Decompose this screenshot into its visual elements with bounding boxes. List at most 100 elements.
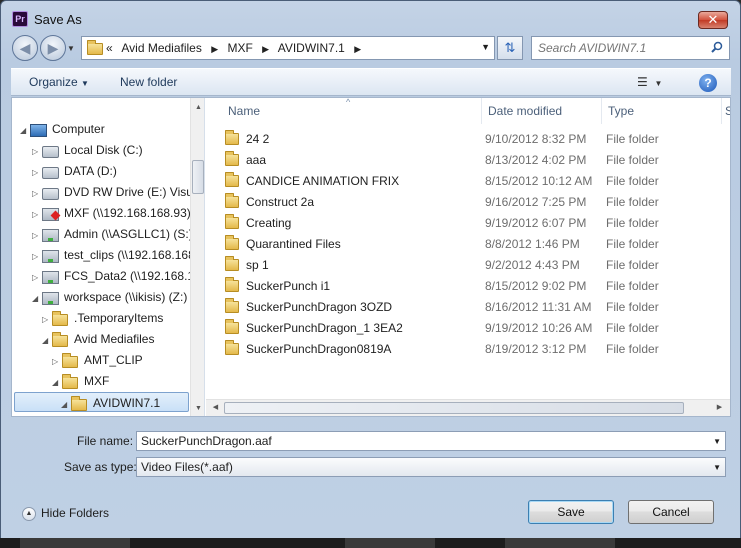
- expanded-triangle-icon[interactable]: ◢: [42, 331, 52, 351]
- list-item[interactable]: SuckerPunch i1 8/15/2012 9:02 PM File fold…: [218, 276, 728, 297]
- file-date: 8/15/2012 10:12 AM: [485, 174, 593, 188]
- expanded-triangle-icon[interactable]: ◢: [52, 373, 62, 393]
- folder-icon: [225, 319, 239, 334]
- folder-icon: [52, 310, 68, 326]
- folder-icon: [225, 193, 239, 208]
- file-date: 8/13/2012 4:02 PM: [485, 153, 587, 167]
- expanded-triangle-icon[interactable]: ◢: [61, 395, 71, 415]
- breadcrumb-overflow[interactable]: «: [106, 41, 113, 55]
- search-icon[interactable]: [711, 41, 723, 53]
- nav-item-dvd-drive[interactable]: ▷ DVD RW Drive (E:) Visual: [32, 182, 202, 202]
- hide-folders-button[interactable]: ▲ Hide Folders: [22, 506, 109, 521]
- list-item[interactable]: 24 2 9/10/2012 8:32 PM File folder: [218, 129, 728, 150]
- nav-item-test-clips[interactable]: ▷ test_clips (\\192.168.168.: [32, 245, 198, 265]
- list-item[interactable]: sp 1 9/2/2012 4:43 PM File folder: [218, 255, 728, 276]
- nav-item-workspace[interactable]: ◢ workspace (\\ikisis) (Z:): [32, 287, 187, 307]
- column-header-size[interactable]: S: [722, 98, 730, 124]
- list-item[interactable]: Creating 9/19/2012 6:07 PM File folder: [218, 213, 728, 234]
- breadcrumb-avid-mediafiles[interactable]: Avid Mediafiles: [121, 41, 201, 55]
- chevron-right-icon[interactable]: ▶: [262, 44, 269, 54]
- list-item[interactable]: CANDICE ANIMATION FRIX 8/15/2012 10:12 AM…: [218, 171, 728, 192]
- collapsed-triangle-icon[interactable]: ▷: [32, 226, 42, 246]
- nav-item-avidwin[interactable]: ◢ AVIDWIN7.1: [14, 392, 189, 412]
- save-type-select[interactable]: Video Files(*.aaf) ▼: [136, 457, 726, 477]
- chevron-down-icon[interactable]: ▼: [713, 459, 721, 477]
- breadcrumb: « Avid Mediafiles ▶ MXF ▶ AVIDWIN7.1 ▶: [106, 37, 367, 59]
- expanded-triangle-icon[interactable]: ◢: [32, 289, 42, 309]
- nav-item-amt-clip[interactable]: ▷ AMT_CLIP: [52, 350, 143, 370]
- nav-item-temporary-items[interactable]: ▷ .TemporaryItems: [42, 308, 163, 328]
- list-item[interactable]: Quarantined Files 8/8/2012 1:46 PM File fo…: [218, 234, 728, 255]
- refresh-icon: ⇅: [504, 40, 516, 55]
- list-item[interactable]: SuckerPunchDragon0819A 8/19/2012 3:12 PM F…: [218, 339, 728, 360]
- nav-item-data-drive[interactable]: ▷ DATA (D:): [32, 161, 117, 181]
- help-icon[interactable]: ?: [699, 74, 717, 92]
- folder-icon: [87, 40, 103, 55]
- collapsed-triangle-icon[interactable]: ▷: [32, 163, 42, 183]
- file-date: 8/15/2012 9:02 PM: [485, 279, 587, 293]
- save-type-label: Save as type:: [64, 460, 137, 474]
- chevron-down-icon: ▼: [654, 79, 663, 88]
- new-folder-button[interactable]: New folder: [120, 75, 177, 89]
- column-header-date[interactable]: Date modified: [482, 98, 602, 124]
- list-item[interactable]: SuckerPunchDragon 3OZD 8/16/2012 11:31 AM…: [218, 297, 728, 318]
- search-input[interactable]: [538, 37, 708, 59]
- address-dropdown-icon[interactable]: ▼: [481, 42, 490, 52]
- horizontal-scrollbar[interactable]: ◀ ▶: [206, 399, 730, 416]
- column-header-type[interactable]: Type: [602, 98, 722, 124]
- premiere-app-icon: Pr: [12, 11, 28, 27]
- breadcrumb-avidwin[interactable]: AVIDWIN7.1: [278, 41, 345, 55]
- list-item[interactable]: aaa 8/13/2012 4:02 PM File folder: [218, 150, 728, 171]
- collapsed-triangle-icon[interactable]: ▷: [32, 184, 42, 204]
- address-bar[interactable]: « Avid Mediafiles ▶ MXF ▶ AVIDWIN7.1 ▶ ▼: [81, 36, 495, 60]
- file-date: 9/19/2012 10:26 AM: [485, 321, 593, 335]
- expanded-triangle-icon[interactable]: ◢: [20, 121, 30, 141]
- collapsed-triangle-icon[interactable]: ▷: [32, 205, 42, 225]
- file-date: 8/16/2012 11:31 AM: [485, 300, 592, 314]
- collapsed-triangle-icon[interactable]: ▷: [32, 268, 42, 288]
- list-item[interactable]: SuckerPunchDragon_1 3EA2 9/19/2012 10:26 …: [218, 318, 728, 339]
- nav-item-local-disk[interactable]: ▷ Local Disk (C:): [32, 140, 143, 160]
- collapsed-triangle-icon[interactable]: ▷: [52, 352, 62, 372]
- collapsed-triangle-icon[interactable]: ▷: [42, 310, 52, 330]
- network-drive-icon: [42, 292, 59, 306]
- search-box[interactable]: [531, 36, 730, 60]
- network-drive-icon: [42, 250, 59, 264]
- collapsed-triangle-icon[interactable]: ▷: [32, 247, 42, 267]
- cancel-button[interactable]: Cancel: [628, 500, 714, 524]
- column-header-name[interactable]: ^ Name: [206, 98, 482, 124]
- organize-button[interactable]: Organize ▼: [29, 75, 89, 89]
- scroll-up-icon[interactable]: ▲: [191, 100, 204, 115]
- file-name: Construct 2a: [246, 195, 315, 209]
- forward-button[interactable]: ▶: [40, 35, 66, 61]
- list-item[interactable]: Construct 2a 9/16/2012 7:25 PM File folder: [218, 192, 728, 213]
- scroll-right-icon[interactable]: ▶: [712, 400, 727, 415]
- change-view-button[interactable]: ☰ ▼: [637, 75, 662, 89]
- scroll-left-icon[interactable]: ◀: [208, 400, 223, 415]
- nav-item-fcs-data2[interactable]: ▷ FCS_Data2 (\\192.168.168: [32, 266, 204, 288]
- nav-item-mxf[interactable]: ◢ MXF: [52, 371, 109, 391]
- scroll-thumb[interactable]: [224, 402, 684, 414]
- nav-item-label: Avid Mediafiles: [74, 332, 155, 346]
- navigation-pane: ◢ Computer ▷ Local Disk (C:) ▷ DATA (D:) ▷ D…: [12, 98, 205, 416]
- save-button[interactable]: Save: [528, 500, 614, 524]
- breadcrumb-mxf[interactable]: MXF: [227, 41, 252, 55]
- nav-item-computer[interactable]: ◢ Computer: [20, 119, 105, 139]
- refresh-button[interactable]: ⇅: [497, 36, 523, 60]
- back-button[interactable]: ◀: [12, 35, 38, 61]
- nav-item-mxf-share[interactable]: ▷ MXF (\\192.168.168.93) (: [32, 203, 198, 223]
- close-button[interactable]: ✕: [698, 11, 728, 29]
- chevron-down-icon[interactable]: ▼: [713, 433, 721, 451]
- dvd-icon: [42, 187, 59, 200]
- collapsed-triangle-icon[interactable]: ▷: [32, 142, 42, 162]
- chevron-right-icon[interactable]: ▶: [354, 44, 361, 54]
- nav-item-admin-share[interactable]: ▷ Admin (\\ASGLLC1) (S:): [32, 224, 193, 244]
- scroll-thumb[interactable]: [192, 160, 204, 194]
- scroll-down-icon[interactable]: ▼: [191, 401, 204, 416]
- nav-item-avid-mediafiles[interactable]: ◢ Avid Mediafiles: [42, 329, 154, 349]
- chevron-right-icon[interactable]: ▶: [211, 44, 218, 54]
- nav-scrollbar[interactable]: ▲ ▼: [190, 98, 204, 416]
- drive-icon: [42, 166, 59, 179]
- recent-locations-dropdown-icon[interactable]: ▼: [67, 44, 75, 53]
- file-name-field[interactable]: SuckerPunchDragon.aaf ▼: [136, 431, 726, 451]
